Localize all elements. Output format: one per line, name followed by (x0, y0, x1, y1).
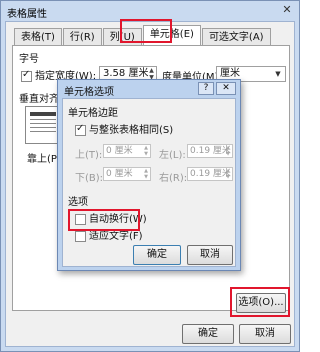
wrap-text-label: 自动换行(W) (89, 214, 147, 225)
preferred-width-checkbox[interactable] (21, 69, 32, 82)
tab-column[interactable]: 列(U) (102, 28, 142, 46)
measure-value: 厘米 (220, 68, 240, 79)
spin-arrows-icon[interactable]: ▲ ▼ (142, 145, 150, 157)
size-section-label: 字号 (19, 54, 39, 65)
left-margin-input[interactable]: 0.19 厘米 ▲ ▼ (187, 144, 233, 158)
right-margin-input[interactable]: 0.19 厘米 ▲ ▼ (187, 167, 233, 181)
tab-table[interactable]: 表格(T) (14, 28, 62, 46)
spin-arrows-icon[interactable]: ▲ ▼ (142, 168, 150, 180)
bottom-margin-input[interactable]: 0 厘米 ▲ ▼ (103, 167, 151, 181)
right-margin-label: 右(R): (159, 173, 188, 184)
margins-section-label: 单元格边距 (68, 108, 118, 119)
close-icon[interactable]: ✕ (279, 3, 295, 17)
dialog-title: 表格属性 (7, 9, 47, 20)
tab-row[interactable]: 行(R) (62, 28, 102, 46)
left-margin-label: 左(L): (159, 150, 186, 161)
top-margin-input[interactable]: 0 厘米 ▲ ▼ (103, 144, 151, 158)
close-icon[interactable]: ✕ (216, 82, 236, 95)
options-button[interactable]: 选项(O)... (236, 293, 286, 313)
preferred-width-value: 3.58 厘米 (103, 68, 149, 79)
inner-dialog-title: 单元格选项 (64, 87, 114, 98)
tab-alt-text[interactable]: 可选文字(A) (201, 28, 271, 46)
top-margin-value: 0 厘米 (106, 146, 133, 156)
ok-button[interactable]: 确定 (182, 324, 234, 344)
same-as-table-label: 与整张表格相同(S) (89, 125, 174, 136)
inner-dialog-body: 单元格边距 与整张表格相同(S) 上(T): 0 厘米 ▲▼ 左(L): 0.1… (62, 98, 236, 267)
tab-cell[interactable]: 单元格(E) (142, 25, 201, 46)
top-margin-label: 上(T): (75, 150, 103, 161)
tab-bar: 表格(T) 行(R) 列(U) 单元格(E) 可选文字(A) (14, 25, 272, 46)
options-section-label: 选项 (68, 197, 88, 208)
wrap-text-row: 自动换行(W) (75, 210, 147, 225)
cell-options-dialog: 单元格选项 ? ✕ 单元格边距 与整张表格相同(S) 上(T): 0 厘米 ▲▼… (57, 79, 241, 271)
bottom-margin-value: 0 厘米 (106, 169, 133, 179)
fit-text-row: 适应文字(F) (75, 227, 143, 242)
chevron-down-icon: ▼ (275, 70, 281, 78)
cancel-button[interactable]: 取消 (239, 324, 291, 344)
fit-text-checkbox[interactable] (75, 230, 86, 242)
spin-arrows-icon[interactable]: ▲ ▼ (224, 168, 232, 180)
bottom-margin-label: 下(B): (75, 173, 104, 184)
valign-top-label: 靠上(P) (27, 154, 61, 165)
same-as-table-checkbox[interactable] (75, 123, 86, 136)
valign-top-icon[interactable] (25, 106, 61, 144)
inner-ok-button[interactable]: 确定 (133, 245, 181, 265)
help-icon[interactable]: ? (198, 82, 214, 95)
spin-arrows-icon[interactable]: ▲ ▼ (224, 145, 232, 157)
fit-text-label: 适应文字(F) (89, 231, 143, 242)
inner-cancel-button[interactable]: 取消 (187, 245, 233, 265)
same-as-table-row: 与整张表格相同(S) (75, 121, 173, 136)
wrap-text-checkbox[interactable] (75, 213, 86, 225)
